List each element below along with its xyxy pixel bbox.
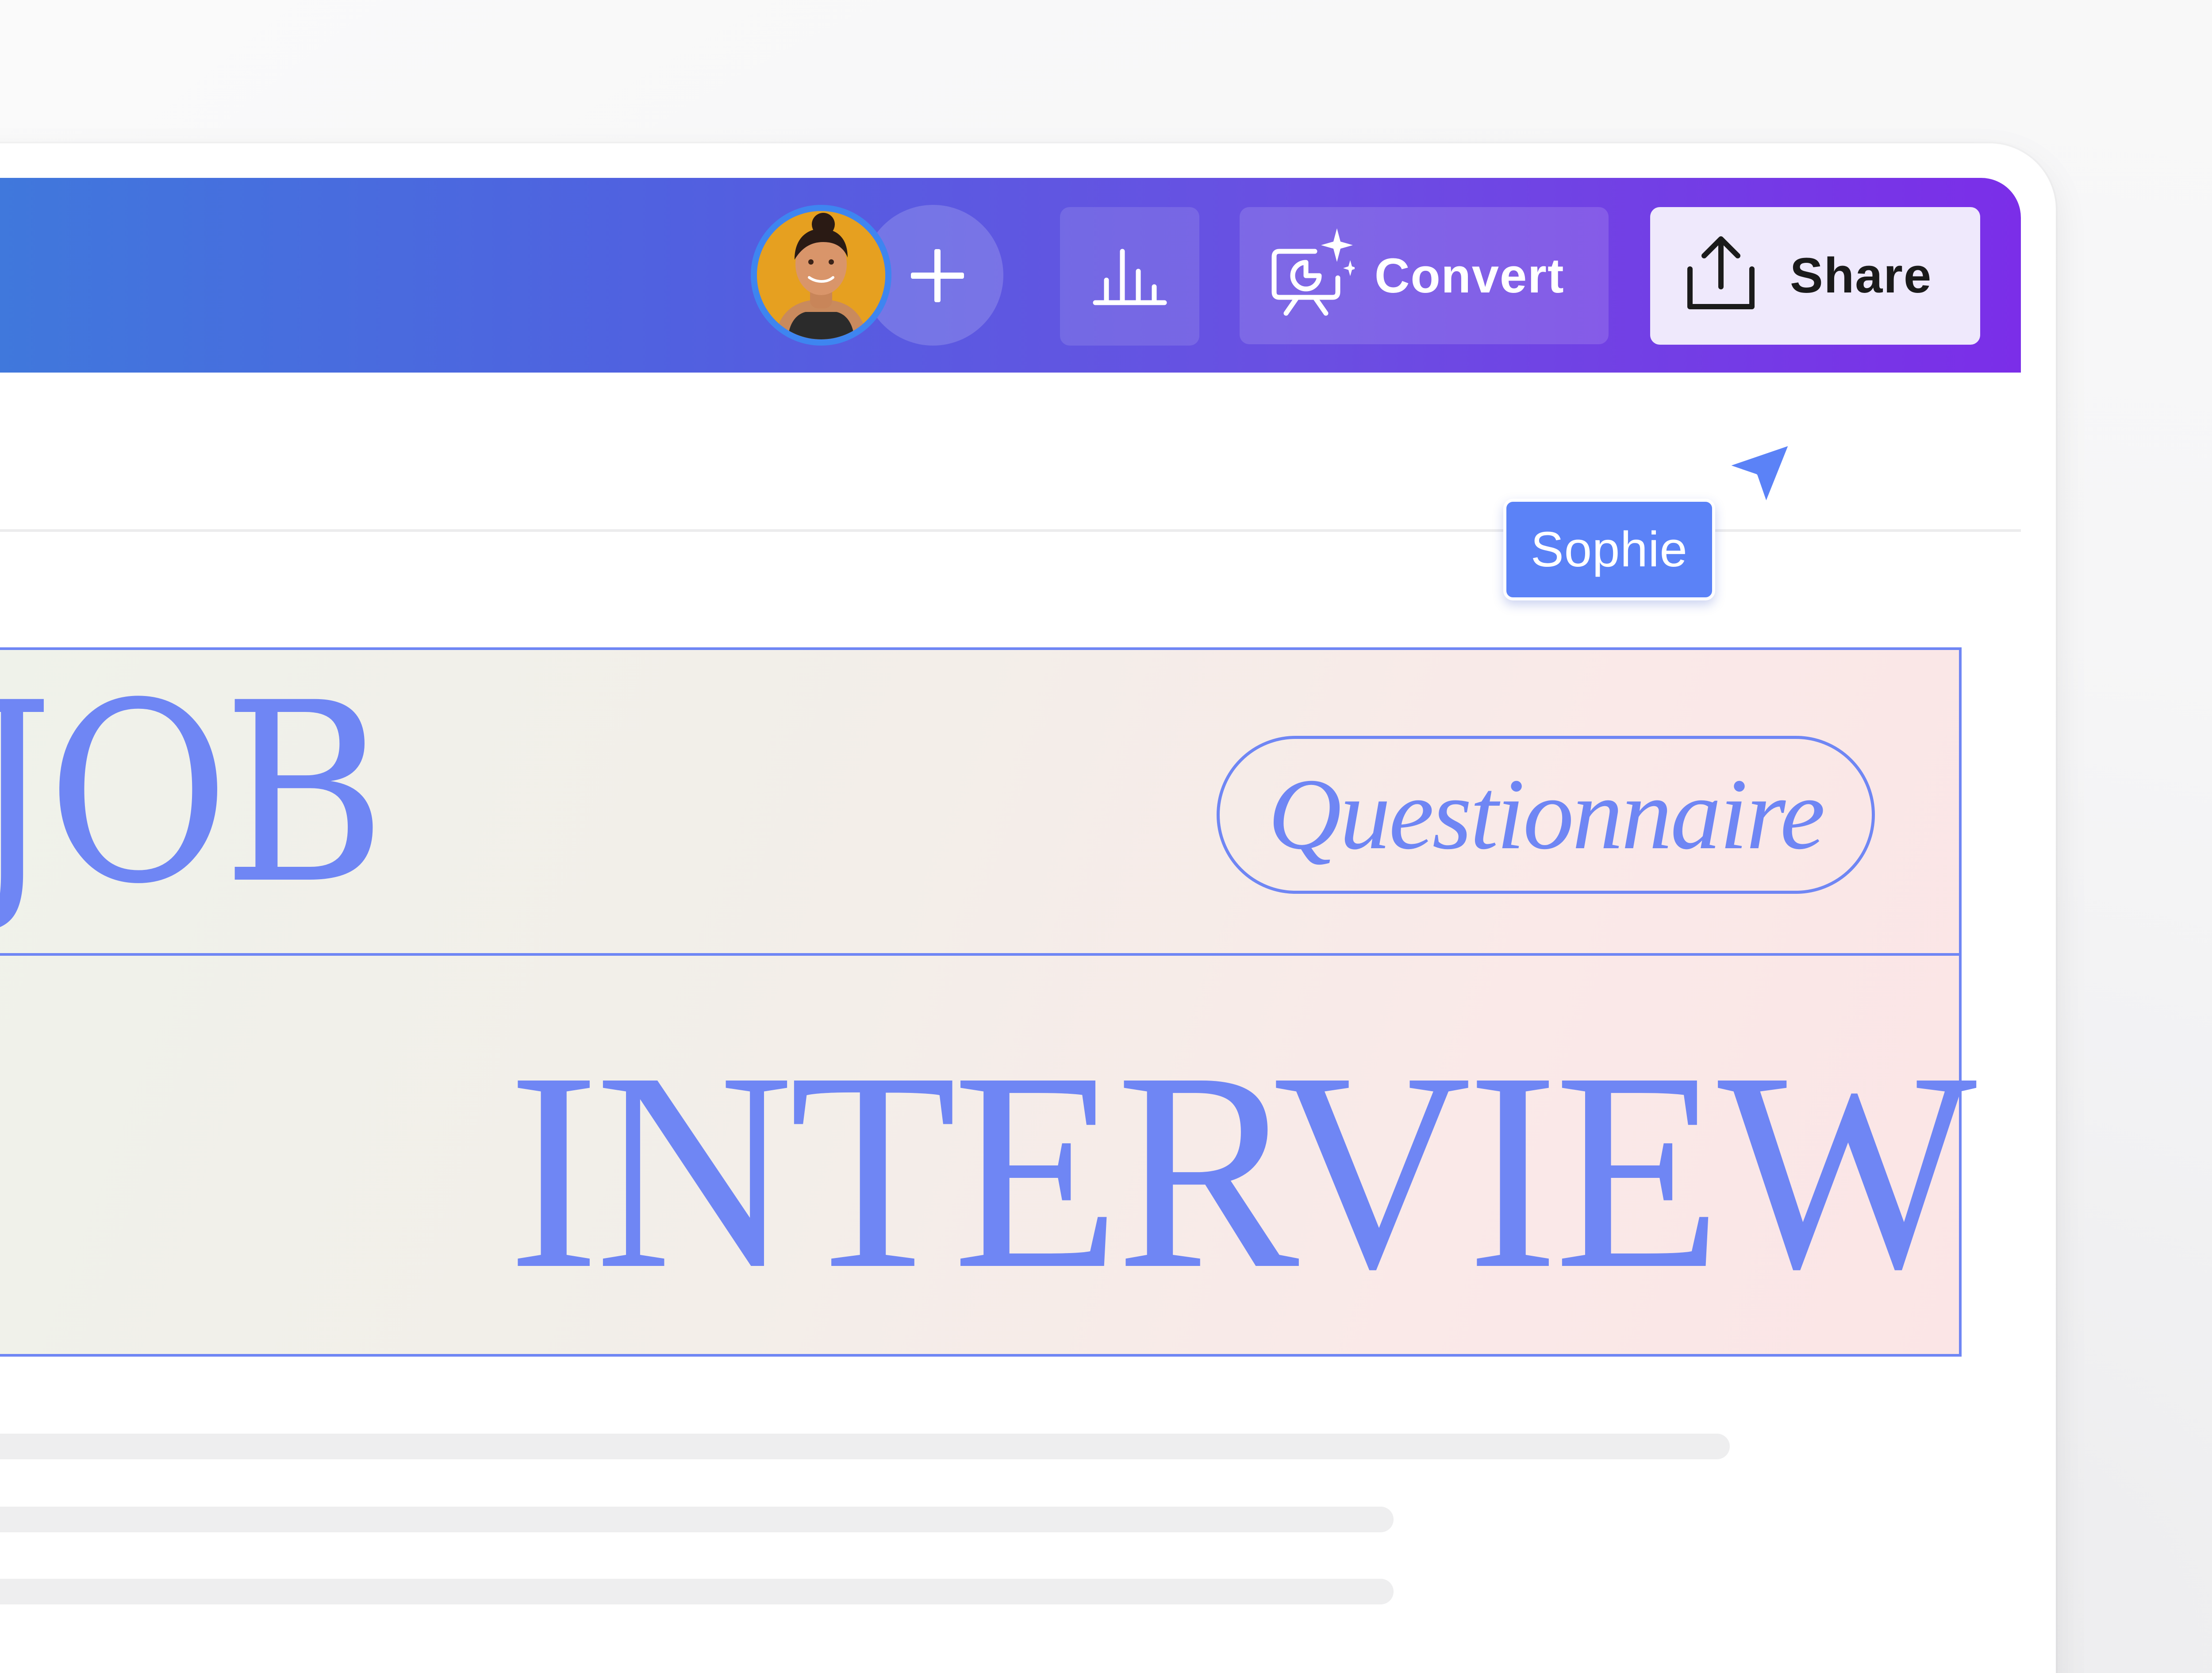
- toolbar-divider: [0, 529, 2021, 532]
- upload-icon: [1687, 236, 1755, 309]
- share-button[interactable]: Share: [1650, 207, 1980, 345]
- questionnaire-badge[interactable]: Questionnaire: [1217, 736, 1875, 894]
- text-placeholder-line: [0, 1434, 1730, 1459]
- cursor-name: Sophie: [1531, 522, 1688, 577]
- share-label: Share: [1790, 248, 1932, 303]
- design-title-interview[interactable]: INTERVIEW: [508, 1029, 1977, 1312]
- text-placeholder-line: [0, 1507, 1394, 1532]
- collaborator-cursor-icon: [1722, 440, 1794, 509]
- convert-label: Convert: [1375, 249, 1565, 303]
- bar-chart-icon: [1093, 249, 1167, 305]
- design-title-job[interactable]: JOB: [0, 670, 386, 918]
- questionnaire-text: Questionnaire: [1268, 758, 1825, 870]
- insights-button[interactable]: [1060, 207, 1199, 346]
- collaborator-cursor-label: Sophie: [1503, 499, 1715, 600]
- person-photo-icon: [757, 211, 885, 339]
- text-placeholder-line: [0, 1579, 1394, 1604]
- collaborator-avatar[interactable]: [751, 205, 891, 346]
- presentation-sparkle-icon: [1271, 228, 1355, 316]
- convert-button[interactable]: Convert: [1240, 207, 1609, 344]
- design-divider: [0, 953, 1962, 956]
